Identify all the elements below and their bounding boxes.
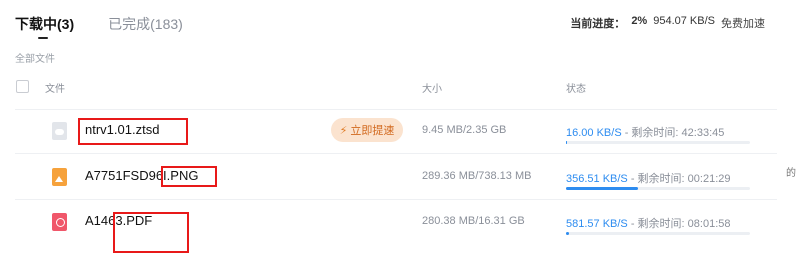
- pdf-file-icon: [52, 213, 67, 231]
- download-status: 16.00 KB/S - 剩余时间: 42:33:45: [566, 124, 724, 140]
- free-speed-up-link[interactable]: 免费加速: [721, 15, 765, 31]
- progress-bar: [566, 232, 750, 235]
- table-row[interactable]: A7751FSD96I.PNG 289.36 MB/738.13 MB 356.…: [0, 155, 780, 200]
- row-divider: [15, 109, 777, 110]
- progress-fill: [566, 187, 638, 190]
- download-status: 581.57 KB/S - 剩余时间: 08:01:58: [566, 215, 731, 231]
- lightning-icon: ⚡: [339, 124, 348, 137]
- remaining-time: - 剩余时间: 08:01:58: [627, 218, 731, 230]
- file-size: 280.38 MB/16.31 GB: [422, 215, 525, 227]
- progress-label: 当前进度：: [570, 18, 626, 30]
- download-speed: 581.57 KB/S: [566, 218, 628, 230]
- remaining-time: - 剩余时间: 00:21:29: [627, 173, 731, 185]
- remaining-time: - 剩余时间: 42:33:45: [621, 127, 725, 139]
- annotation-box: [161, 166, 217, 187]
- total-speed: 954.07 KB/S: [653, 15, 715, 27]
- column-file: 文件: [45, 84, 65, 95]
- column-status: 状态: [566, 84, 586, 95]
- file-size: 9.45 MB/2.35 GB: [422, 124, 507, 136]
- file-size: 289.36 MB/738.13 MB: [422, 170, 532, 182]
- download-speed: 356.51 KB/S: [566, 173, 628, 185]
- annotation-box: [113, 212, 189, 253]
- clipped-edge-text: 的: [786, 168, 796, 179]
- section-label: 全部文件: [15, 54, 55, 65]
- boost-label: 立即提速: [350, 125, 395, 137]
- column-size: 大小: [422, 84, 442, 95]
- tab-completed[interactable]: 已完成(183): [108, 14, 183, 34]
- overall-progress: 当前进度： 2% 954.07 KB/S 免费加速: [570, 15, 765, 31]
- select-all-checkbox[interactable]: [16, 80, 29, 93]
- progress-fill: [566, 141, 567, 144]
- download-status: 356.51 KB/S - 剩余时间: 00:21:29: [566, 170, 731, 186]
- annotation-box: [78, 118, 188, 145]
- table-header: 文件 大小 状态: [0, 78, 780, 98]
- progress-percent: 2%: [631, 15, 648, 27]
- generic-file-icon: [52, 122, 67, 140]
- image-file-icon: [52, 168, 67, 186]
- download-speed: 16.00 KB/S: [566, 127, 622, 139]
- tab-downloading[interactable]: 下载中(3): [15, 14, 74, 39]
- tab-bar: 下载中(3) 已完成(183): [15, 14, 183, 39]
- progress-bar: [566, 141, 750, 144]
- progress-fill: [566, 232, 570, 235]
- boost-button[interactable]: ⚡ 立即提速: [331, 118, 403, 142]
- progress-bar: [566, 187, 750, 190]
- row-divider: [15, 153, 777, 154]
